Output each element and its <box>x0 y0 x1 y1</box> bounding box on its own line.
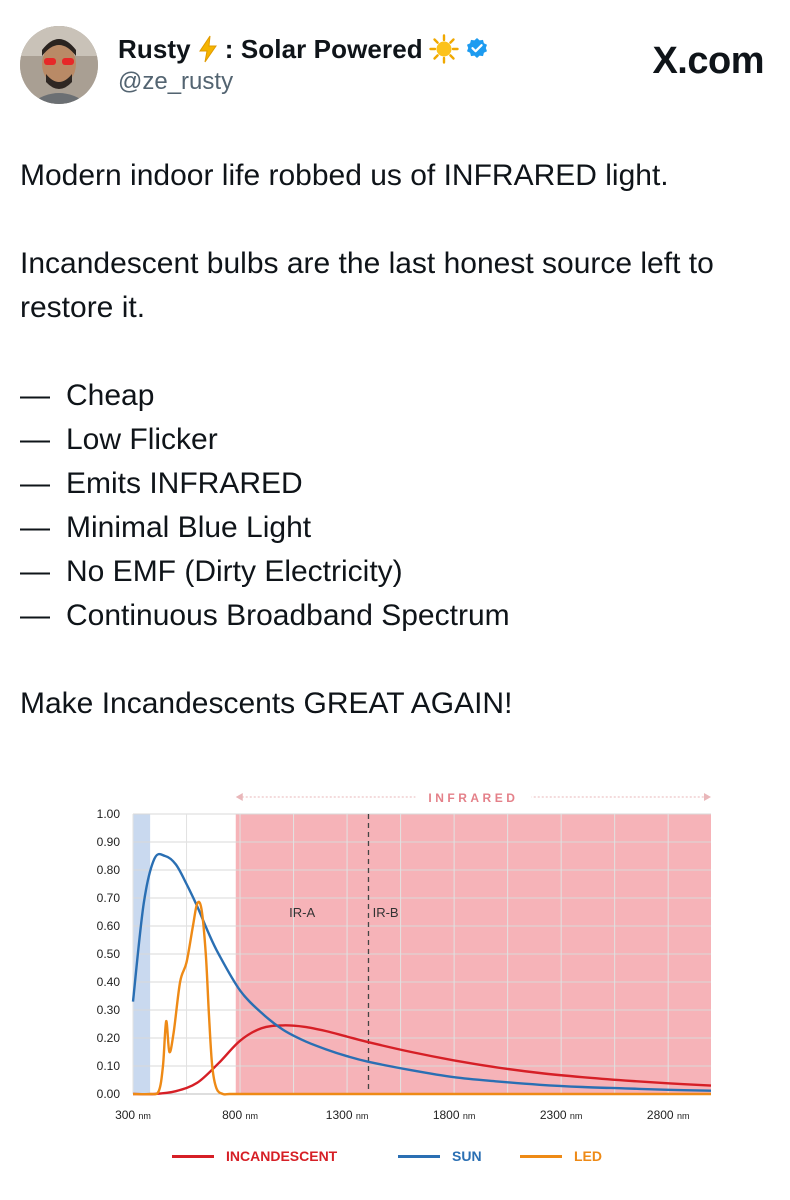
bullet-text: No EMF (Dirty Electricity) <box>66 555 403 588</box>
dash-bullet: — <box>20 599 50 632</box>
y-tick-label: 0.40 <box>97 975 121 989</box>
x-tick-label: 1300 nm <box>326 1108 369 1122</box>
bullet-text: Emits INFRARED <box>66 467 303 500</box>
y-tick-label: 0.20 <box>97 1031 121 1045</box>
legend-swatch <box>520 1154 562 1158</box>
x-brand-logo: X.com <box>652 40 764 82</box>
y-tick-label: 0.10 <box>97 1059 121 1073</box>
dash-bullet: — <box>20 423 50 456</box>
legend-label: SUN <box>452 1148 482 1164</box>
arrow-right-icon <box>704 793 711 801</box>
infrared-label: INFRARED <box>428 791 518 805</box>
legend-label: INCANDESCENT <box>226 1148 338 1164</box>
post-closing-line: Make Incandescents GREAT AGAIN! <box>20 687 513 720</box>
display-name[interactable]: Rusty <box>118 34 191 65</box>
y-tick-label: 1.00 <box>97 807 121 821</box>
list-item: — Low Flicker <box>20 418 780 462</box>
list-item: — Emits INFRARED <box>20 462 780 506</box>
bullet-text: Continuous Broadband Spectrum <box>66 599 510 632</box>
bullet-text: Low Flicker <box>66 423 218 456</box>
x-tick-label: 800 nm <box>222 1108 258 1122</box>
x-tick-label: 2300 nm <box>540 1108 583 1122</box>
x-tick-label: 2800 nm <box>647 1108 690 1122</box>
user-handle[interactable]: @ze_rusty <box>118 68 489 96</box>
lightning-icon <box>197 35 219 63</box>
list-item: — Continuous Broadband Spectrum <box>20 594 780 638</box>
avatar[interactable] <box>20 26 98 104</box>
dash-bullet: — <box>20 555 50 588</box>
post-text: Modern indoor life robbed us of INFRARED… <box>20 154 780 726</box>
display-name-suffix[interactable]: : Solar Powered <box>225 34 423 65</box>
spectrum-chart: INFRARED IR-A IR-B 0.00 0.10 0.20 0.30 0.40 0.50… <box>97 788 712 1122</box>
chart-legend: INCANDESCENT SUN LED <box>0 1148 790 1178</box>
y-tick-label: 0.90 <box>97 835 121 849</box>
ir-region-label: IR-A <box>289 905 315 920</box>
post-header: Rusty : Solar Powered @ze_rusty X.com <box>20 26 770 110</box>
bullet-text: Cheap <box>66 379 155 412</box>
dash-bullet: — <box>20 511 50 544</box>
x-tick-label: 300 nm <box>115 1108 151 1122</box>
y-tick-label: 0.70 <box>97 891 121 905</box>
sun-emoji-icon <box>429 34 459 64</box>
legend-swatch <box>398 1154 440 1158</box>
dash-bullet: — <box>20 467 50 500</box>
x-tick-label: 1800 nm <box>433 1108 476 1122</box>
y-tick-label: 0.80 <box>97 863 121 877</box>
list-item: — No EMF (Dirty Electricity) <box>20 550 780 594</box>
legend-swatch <box>172 1154 214 1158</box>
y-tick-label: 0.50 <box>97 947 121 961</box>
dash-bullet: — <box>20 379 50 412</box>
legend-item: SUN <box>398 1148 482 1164</box>
avatar-photo-icon <box>20 26 98 104</box>
legend-label: LED <box>574 1148 602 1164</box>
y-tick-label: 0.00 <box>97 1087 121 1101</box>
list-item: — Minimal Blue Light <box>20 506 780 550</box>
ir-region-label: IR-B <box>373 905 399 920</box>
y-tick-label: 0.30 <box>97 1003 121 1017</box>
verified-badge-icon <box>465 37 489 61</box>
bullet-text: Minimal Blue Light <box>66 511 312 544</box>
y-tick-label: 0.60 <box>97 919 121 933</box>
legend-item: LED <box>520 1148 602 1164</box>
legend-item: INCANDESCENT <box>172 1148 337 1164</box>
list-item: — Cheap <box>20 374 780 418</box>
post-line-2: Incandescent bulbs are the last honest s… <box>20 247 714 324</box>
arrow-left-icon <box>235 793 243 801</box>
post-line-1: Modern indoor life robbed us of INFRARED… <box>20 159 669 192</box>
